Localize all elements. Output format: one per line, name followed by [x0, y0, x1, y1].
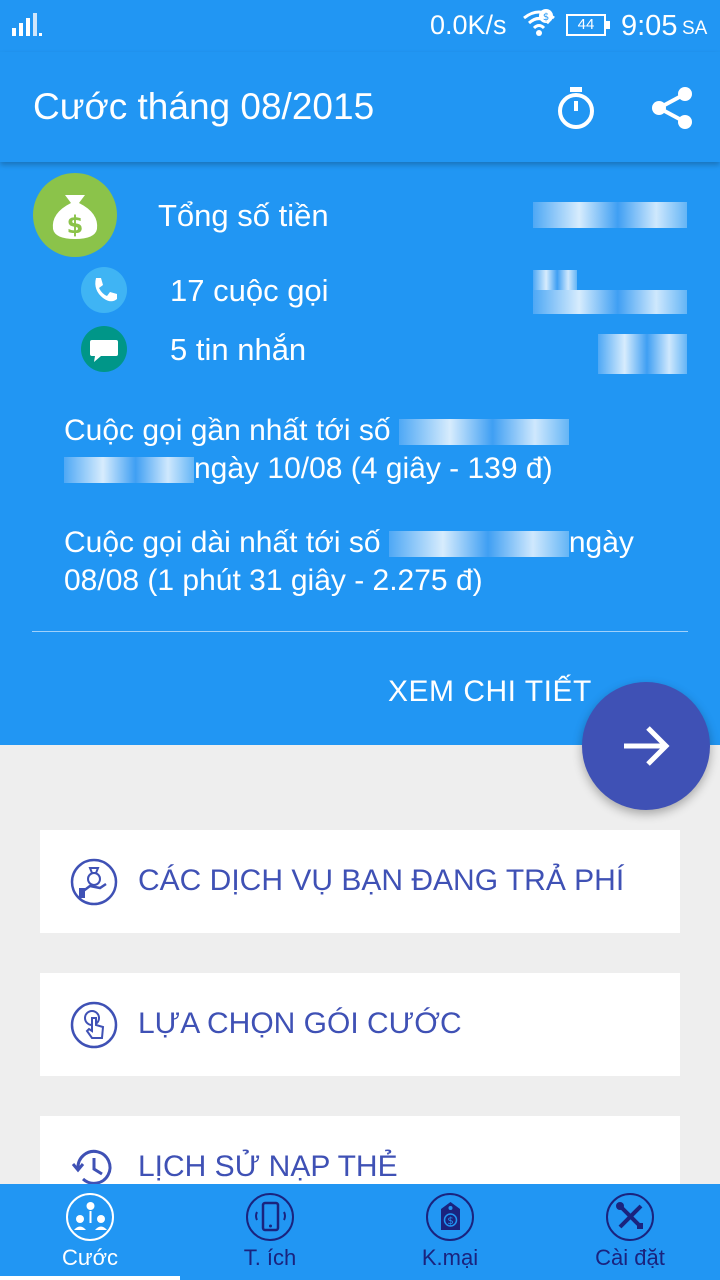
latest-call-prefix: Cuộc gọi gần nhất tới số: [64, 414, 391, 447]
paid-services-label: CÁC DỊCH VỤ BẠN ĐANG TRẢ PHÍ: [138, 864, 625, 897]
longest-call-prefix: Cuộc gọi dài nhất tới số: [64, 526, 381, 559]
svg-text:$: $: [447, 1216, 453, 1227]
nav-tab-tien-ich[interactable]: T. ích: [180, 1184, 360, 1280]
money-hand-icon: [70, 858, 118, 906]
wifi-icon: $: [523, 9, 555, 36]
money-bag-icon: $: [33, 173, 117, 257]
total-amount-label: Tổng số tiền: [158, 198, 329, 233]
people-icon: [66, 1193, 114, 1241]
tag-icon: $: [426, 1193, 474, 1241]
nav-tab-khuyen-mai[interactable]: $ K.mại: [360, 1184, 540, 1280]
calls-count: 17 cuộc gọi: [170, 273, 329, 308]
messages-count: 5 tin nhắn: [170, 332, 307, 367]
nav-label-cai-dat: Cài đặt: [595, 1245, 665, 1270]
svg-text:$: $: [543, 12, 549, 23]
page-title: Cước tháng 08/2015: [33, 86, 375, 127]
timer-icon[interactable]: [555, 86, 597, 130]
total-amount-value: [533, 202, 687, 228]
package-selection-label: LỰA CHỌN GÓI CƯỚC: [138, 1007, 462, 1040]
active-tab-indicator: [0, 1276, 180, 1280]
divider: [32, 631, 688, 632]
package-selection-card[interactable]: LỰA CHỌN GÓI CƯỚC: [40, 973, 680, 1076]
status-time: 9:05: [621, 10, 678, 42]
touch-icon: [70, 1001, 118, 1049]
bottom-navigation: Cước T. ích $ K.mại Cài đặt: [0, 1184, 720, 1280]
nav-tab-cuoc[interactable]: Cước: [0, 1184, 180, 1280]
nav-label-khuyen-mai: K.mại: [421, 1245, 479, 1270]
network-speed: 0.0K/s: [430, 10, 507, 40]
phone-icon: [246, 1193, 294, 1241]
latest-call-number-2: [64, 457, 194, 484]
signal-icon: [12, 13, 42, 36]
message-icon: [81, 326, 127, 372]
calls-amount-value: [533, 270, 577, 292]
longest-call-info: Cuộc gọi dài nhất tới số ngày 08/08 (1 p…: [64, 524, 684, 600]
messages-amount-value: [598, 334, 687, 374]
app-bar: Cước tháng 08/2015: [0, 52, 720, 162]
nav-label-cuoc: Cước: [61, 1245, 119, 1270]
calls-amount-value-2: [533, 290, 687, 314]
battery-indicator: 44: [566, 14, 610, 36]
nav-tab-cai-dat[interactable]: Cài đặt: [540, 1184, 720, 1280]
topup-history-label: LỊCH SỬ NẠP THẺ: [138, 1150, 398, 1183]
longest-call-number: [388, 531, 569, 558]
next-button[interactable]: [582, 682, 710, 810]
bill-summary: $ Tổng số tiền 17 cuộc gọi 5 tin nhắn Cu…: [0, 162, 720, 745]
arrow-right-icon: [624, 726, 670, 766]
nav-label-tien-ich: T. ích: [243, 1245, 297, 1270]
paid-services-card[interactable]: CÁC DỊCH VỤ BẠN ĐANG TRẢ PHÍ: [40, 830, 680, 933]
share-icon[interactable]: [650, 86, 694, 130]
svg-text:$: $: [67, 211, 84, 239]
latest-call-info: Cuộc gọi gần nhất tới số ngày 10/08 (4 g…: [64, 412, 684, 488]
latest-call-details: ngày 10/08 (4 giây - 139 đ): [194, 452, 553, 485]
status-am-pm: SA: [682, 18, 708, 39]
latest-call-number: [398, 419, 569, 446]
status-bar: 0.0K/s $ 44 9:05 SA: [0, 0, 720, 52]
view-details-button[interactable]: XEM CHI TIẾT: [388, 675, 592, 709]
tools-icon: [606, 1193, 654, 1241]
phone-icon: [81, 267, 127, 313]
